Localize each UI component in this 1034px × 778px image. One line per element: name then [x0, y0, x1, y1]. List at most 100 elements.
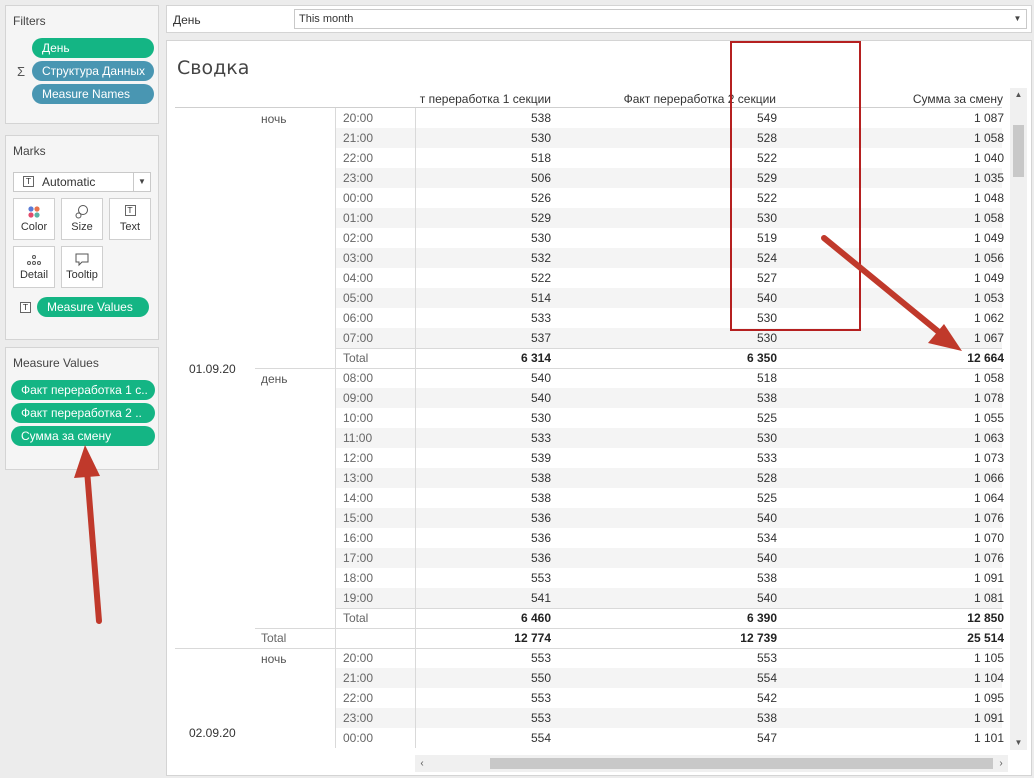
- value-cell[interactable]: 526: [531, 191, 551, 205]
- value-cell[interactable]: 553: [531, 711, 551, 725]
- value-cell[interactable]: 1 066: [974, 471, 1004, 485]
- value-cell[interactable]: 1 078: [974, 391, 1004, 405]
- filter-pill-day[interactable]: День: [32, 38, 154, 58]
- value-cell[interactable]: 1 035: [974, 171, 1004, 185]
- value-cell[interactable]: 1 056: [974, 251, 1004, 265]
- value-cell[interactable]: 1 070: [974, 531, 1004, 545]
- value-cell[interactable]: 538: [531, 491, 551, 505]
- column-header-fact-1[interactable]: т переработка 1 секции: [415, 92, 551, 106]
- chevron-down-icon[interactable]: ▼: [1009, 10, 1026, 28]
- measure-pill-fact-1[interactable]: Факт переработка 1 с..: [11, 380, 155, 400]
- value-cell[interactable]: 532: [531, 251, 551, 265]
- mark-type-dropdown[interactable]: T Automatic ▼: [13, 172, 151, 192]
- value-cell[interactable]: 553: [757, 651, 777, 665]
- value-cell[interactable]: 554: [531, 731, 551, 745]
- value-cell[interactable]: 1 076: [974, 511, 1004, 525]
- value-cell[interactable]: 1 067: [974, 331, 1004, 345]
- measure-values-pill[interactable]: Measure Values: [37, 297, 149, 317]
- value-cell[interactable]: 1 055: [974, 411, 1004, 425]
- value-cell[interactable]: 530: [757, 431, 777, 445]
- value-cell[interactable]: 1 063: [974, 431, 1004, 445]
- value-cell[interactable]: 553: [531, 691, 551, 705]
- value-cell[interactable]: 550: [531, 671, 551, 685]
- value-cell[interactable]: 25 514: [967, 631, 1004, 645]
- value-cell[interactable]: 1 062: [974, 311, 1004, 325]
- value-cell[interactable]: 538: [531, 471, 551, 485]
- filter-pill-measure-names[interactable]: Measure Names: [32, 84, 154, 104]
- value-cell[interactable]: 537: [531, 331, 551, 345]
- detail-button[interactable]: Detail: [13, 246, 55, 288]
- tooltip-button[interactable]: Tooltip: [61, 246, 103, 288]
- vertical-scrollbar[interactable]: ▲ ▼: [1010, 88, 1027, 750]
- filter-pill-data-structure[interactable]: Структура Данных: [32, 61, 154, 81]
- value-cell[interactable]: 533: [531, 431, 551, 445]
- scroll-up-icon[interactable]: ▲: [1010, 88, 1027, 102]
- value-cell[interactable]: 1 058: [974, 131, 1004, 145]
- value-cell[interactable]: 1 095: [974, 691, 1004, 705]
- value-cell[interactable]: 539: [531, 451, 551, 465]
- value-cell[interactable]: 518: [531, 151, 551, 165]
- value-cell[interactable]: 540: [757, 511, 777, 525]
- measure-pill-fact-2[interactable]: Факт переработка 2 ..: [11, 403, 155, 423]
- value-cell[interactable]: 1 073: [974, 451, 1004, 465]
- value-cell[interactable]: 541: [531, 591, 551, 605]
- value-cell[interactable]: 530: [531, 231, 551, 245]
- value-cell[interactable]: 514: [531, 291, 551, 305]
- value-cell[interactable]: 6 350: [747, 351, 777, 365]
- value-cell[interactable]: 542: [757, 691, 777, 705]
- value-cell[interactable]: 530: [531, 411, 551, 425]
- value-cell[interactable]: 1 104: [974, 671, 1004, 685]
- size-button[interactable]: Size: [61, 198, 103, 240]
- value-cell[interactable]: 536: [531, 551, 551, 565]
- value-cell[interactable]: 540: [757, 551, 777, 565]
- value-cell[interactable]: 1 076: [974, 551, 1004, 565]
- value-cell[interactable]: 1 101: [974, 731, 1004, 745]
- value-cell[interactable]: 536: [531, 531, 551, 545]
- value-cell[interactable]: 522: [531, 271, 551, 285]
- value-cell[interactable]: 538: [757, 711, 777, 725]
- scroll-left-icon[interactable]: ‹: [415, 755, 429, 772]
- value-cell[interactable]: 533: [757, 451, 777, 465]
- value-cell[interactable]: 536: [531, 511, 551, 525]
- value-cell[interactable]: 530: [531, 131, 551, 145]
- value-cell[interactable]: 6 390: [747, 611, 777, 625]
- value-cell[interactable]: 553: [531, 651, 551, 665]
- value-cell[interactable]: 6 314: [521, 351, 551, 365]
- value-cell[interactable]: 1 064: [974, 491, 1004, 505]
- value-cell[interactable]: 518: [757, 371, 777, 385]
- day-filter-dropdown[interactable]: This month ▼: [294, 9, 1027, 29]
- value-cell[interactable]: 554: [757, 671, 777, 685]
- value-cell[interactable]: 1 058: [974, 211, 1004, 225]
- value-cell[interactable]: 6 460: [521, 611, 551, 625]
- value-cell[interactable]: 1 091: [974, 711, 1004, 725]
- value-cell[interactable]: 1 049: [974, 231, 1004, 245]
- vertical-scroll-thumb[interactable]: [1013, 125, 1024, 177]
- value-cell[interactable]: 538: [531, 111, 551, 125]
- value-cell[interactable]: 1 087: [974, 111, 1004, 125]
- text-button[interactable]: T Text: [109, 198, 151, 240]
- horizontal-scrollbar[interactable]: ‹ ›: [415, 755, 1008, 772]
- value-cell[interactable]: 533: [531, 311, 551, 325]
- value-cell[interactable]: 540: [757, 591, 777, 605]
- value-cell[interactable]: 1 105: [974, 651, 1004, 665]
- color-button[interactable]: Color: [13, 198, 55, 240]
- value-cell[interactable]: 529: [531, 211, 551, 225]
- value-cell[interactable]: 528: [757, 471, 777, 485]
- horizontal-scroll-thumb[interactable]: [490, 758, 993, 769]
- chevron-down-icon[interactable]: ▼: [133, 173, 150, 191]
- value-cell[interactable]: 506: [531, 171, 551, 185]
- value-cell[interactable]: 540: [531, 371, 551, 385]
- value-cell[interactable]: 525: [757, 491, 777, 505]
- scroll-right-icon[interactable]: ›: [994, 755, 1008, 772]
- value-cell[interactable]: 12 850: [967, 611, 1004, 625]
- value-cell[interactable]: 1 049: [974, 271, 1004, 285]
- value-cell[interactable]: 538: [757, 391, 777, 405]
- value-cell[interactable]: 553: [531, 571, 551, 585]
- value-cell[interactable]: 538: [757, 571, 777, 585]
- value-cell[interactable]: 1 081: [974, 591, 1004, 605]
- value-cell[interactable]: 525: [757, 411, 777, 425]
- scroll-down-icon[interactable]: ▼: [1010, 736, 1027, 750]
- value-cell[interactable]: 12 739: [740, 631, 777, 645]
- value-cell[interactable]: 540: [531, 391, 551, 405]
- value-cell[interactable]: 547: [757, 731, 777, 745]
